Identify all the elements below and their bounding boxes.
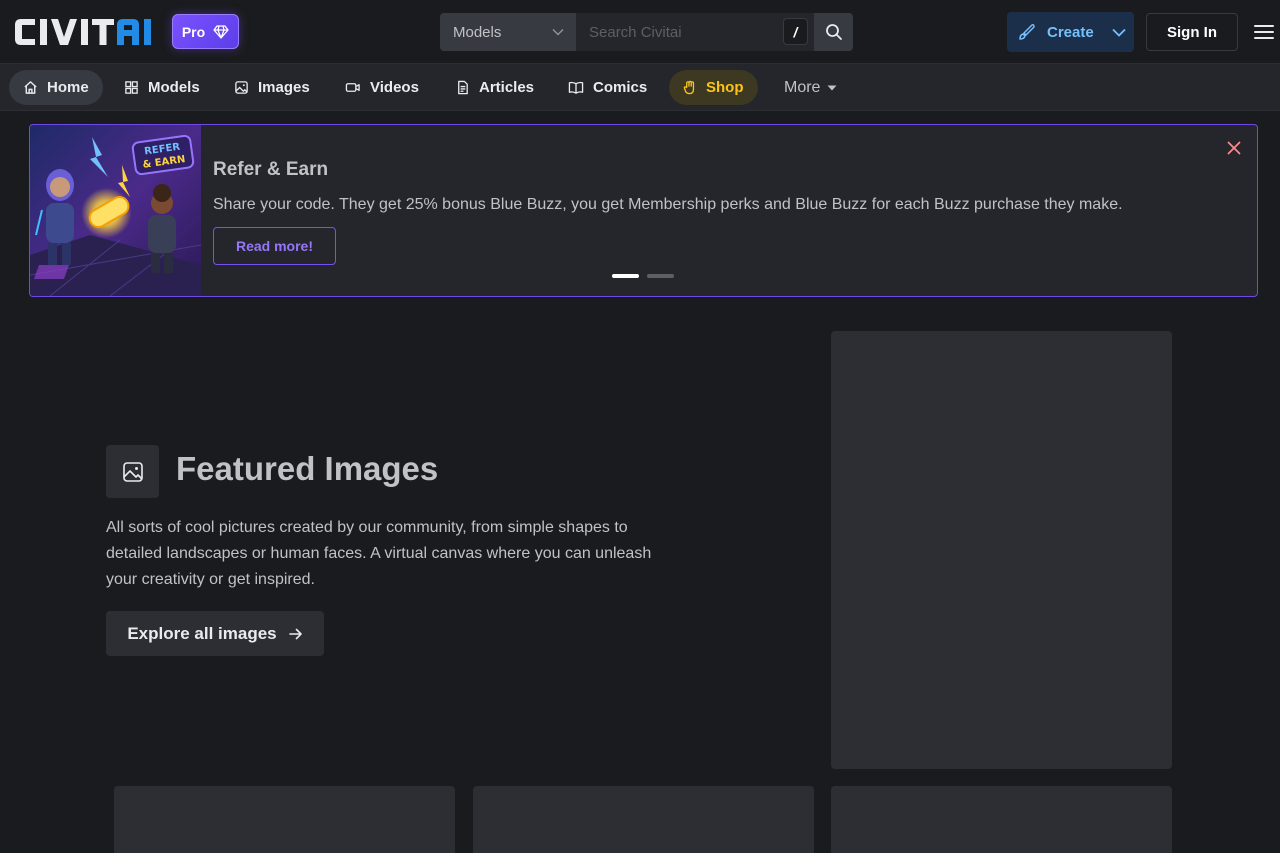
nav-models-label: Models <box>148 79 200 96</box>
search-icon <box>825 24 842 40</box>
civitai-logo[interactable] <box>13 17 161 47</box>
top-header: Pro Models / Create <box>0 0 1280 64</box>
featured-image-card[interactable] <box>831 331 1172 769</box>
logo-wordmark <box>15 19 151 45</box>
nav-home[interactable]: Home <box>9 70 103 105</box>
photo-icon <box>235 81 248 94</box>
caret-down-icon <box>827 85 837 90</box>
nav-more[interactable]: More <box>770 70 852 105</box>
hand-icon <box>683 80 695 95</box>
nav-more-label: More <box>784 78 821 96</box>
create-main-action[interactable]: Create <box>1007 12 1103 52</box>
nav-home-label: Home <box>47 79 89 96</box>
featured-images-description: All sorts of cool pictures created by ou… <box>106 519 652 588</box>
featured-image-card[interactable] <box>114 786 455 853</box>
nav-comics-label: Comics <box>593 79 648 96</box>
refer-earn-banner: REFER & EARN Refer & Earn Share your cod… <box>29 124 1258 297</box>
sign-in-button[interactable]: Sign In <box>1146 13 1238 51</box>
chevron-down-icon <box>552 28 564 36</box>
home-icon <box>24 81 37 94</box>
article-icon <box>458 80 468 95</box>
photo-icon <box>122 461 143 482</box>
main-nav: Home Models Images Videos Articles Comic… <box>0 64 1280 111</box>
search-bar: Models / <box>440 13 853 51</box>
banner-close-button[interactable] <box>1223 137 1245 159</box>
nav-videos[interactable]: Videos <box>331 70 433 105</box>
nav-videos-label: Videos <box>370 79 419 96</box>
search-shortcut-key: / <box>783 18 808 45</box>
banner-dot-1[interactable] <box>612 274 639 278</box>
brush-icon <box>1019 24 1035 40</box>
explore-label: Explore all images <box>127 623 277 643</box>
banner-pagination <box>612 274 674 278</box>
featured-image-card[interactable] <box>831 786 1172 853</box>
nav-shop[interactable]: Shop <box>669 70 758 105</box>
featured-image-card[interactable] <box>473 786 814 853</box>
grid-icon <box>125 81 138 94</box>
search-button[interactable] <box>814 13 853 51</box>
close-icon <box>1227 141 1241 155</box>
refer-earn-illustration: REFER & EARN <box>30 125 201 296</box>
arrow-right-icon <box>288 628 302 639</box>
create-button[interactable]: Create <box>1007 12 1134 52</box>
banner-description: Share your code. They get 25% bonus Blue… <box>213 196 1123 213</box>
search-category-value: Models <box>453 23 502 41</box>
featured-images-icon-box <box>106 445 159 498</box>
create-label: Create <box>1047 23 1094 41</box>
hamburger-icon <box>1254 25 1274 39</box>
featured-images-title: Featured Images <box>176 450 439 487</box>
nav-images[interactable]: Images <box>220 70 324 105</box>
chevron-down-icon <box>1111 28 1126 37</box>
nav-shop-label: Shop <box>706 79 744 96</box>
pro-badge[interactable]: Pro <box>172 14 239 49</box>
hamburger-menu-button[interactable] <box>1252 20 1276 44</box>
nav-comics[interactable]: Comics <box>554 70 661 105</box>
search-input[interactable] <box>589 23 779 41</box>
video-icon <box>345 83 360 92</box>
search-input-wrap: / <box>576 13 814 51</box>
banner-title: Refer & Earn <box>213 159 329 180</box>
explore-all-images-button[interactable]: Explore all images <box>106 611 324 656</box>
nav-articles[interactable]: Articles <box>441 70 548 105</box>
banner-dot-2[interactable] <box>647 274 674 278</box>
nav-images-label: Images <box>258 79 310 96</box>
nav-articles-label: Articles <box>479 79 535 96</box>
book-icon <box>568 81 584 94</box>
pro-label: Pro <box>181 23 206 40</box>
nav-models[interactable]: Models <box>110 70 214 105</box>
search-category-select[interactable]: Models <box>440 13 576 51</box>
diamond-icon <box>213 24 229 39</box>
read-more-button[interactable]: Read more! <box>213 227 336 265</box>
create-dropdown-toggle[interactable] <box>1103 12 1134 52</box>
